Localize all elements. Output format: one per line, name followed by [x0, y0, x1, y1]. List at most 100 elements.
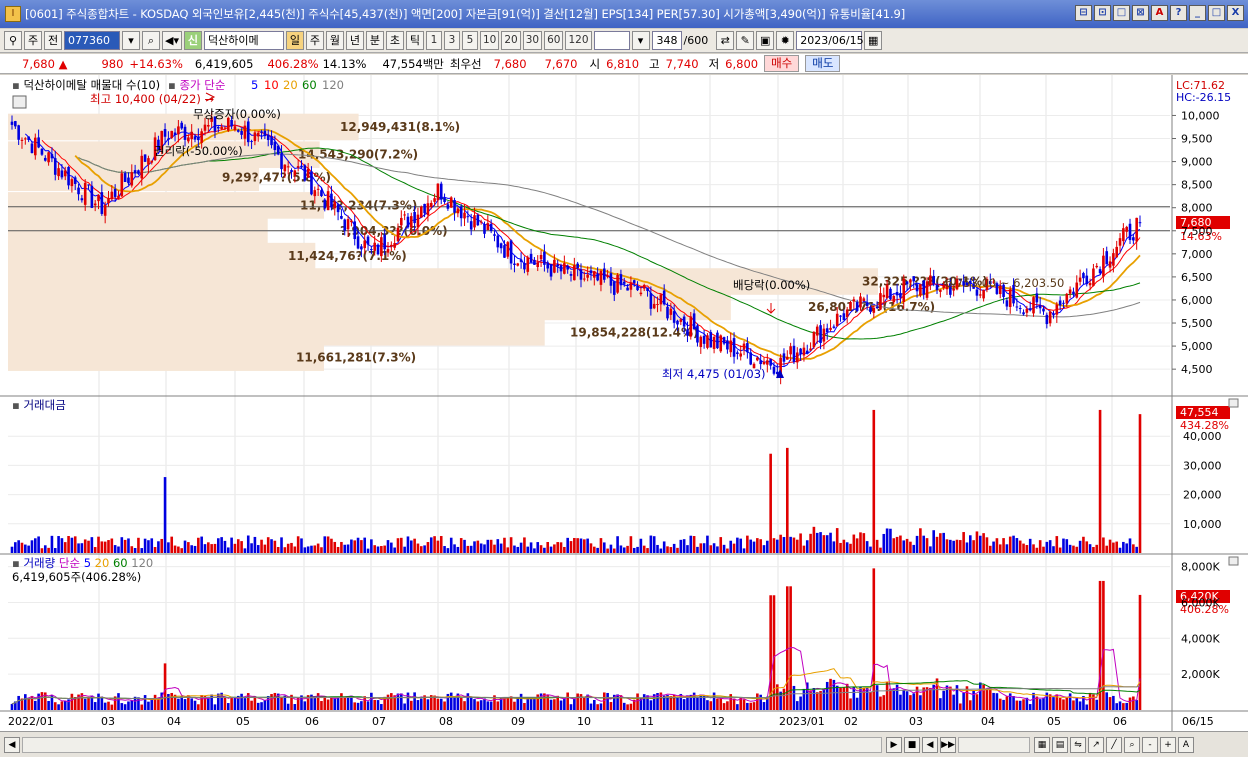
search-icon[interactable]: ⌕ [142, 31, 160, 50]
code-input[interactable]: 077360 [64, 31, 120, 50]
panel-close-icon[interactable] [1228, 398, 1239, 408]
tab-minute[interactable]: 분 [365, 31, 384, 50]
volume-bar [303, 701, 307, 710]
font-icon[interactable]: A [1151, 5, 1168, 21]
volume-bar [905, 691, 909, 710]
date-input[interactable]: 2023/06/15 [796, 31, 864, 50]
candle-body [83, 182, 87, 205]
settings-icon[interactable]: ✹ [776, 31, 795, 50]
candle-body [110, 191, 114, 200]
back-icon[interactable]: ◀ [922, 736, 938, 753]
amount-bar [1115, 541, 1119, 553]
interval-5[interactable]: 5 [461, 31, 478, 50]
custom-interval-input[interactable] [593, 31, 630, 50]
amount-bar [363, 537, 367, 553]
volume-tick-label: 6,000K [1181, 596, 1220, 609]
candle-body [386, 249, 390, 253]
draw-icon[interactable]: ✎ [736, 31, 755, 50]
calendar-icon[interactable]: ▦ [864, 31, 883, 50]
candle-body [596, 273, 599, 281]
amount-bar [47, 547, 50, 553]
interval-3[interactable]: 3 [443, 31, 460, 50]
panel-close-icon[interactable] [1228, 556, 1239, 566]
amount-bar [762, 545, 766, 553]
auto-scale-icon[interactable]: A [1178, 736, 1194, 753]
candle-body [1058, 300, 1062, 306]
volume-bar [1065, 697, 1069, 710]
scroll-left-icon[interactable]: ◀ [4, 736, 20, 753]
type-select[interactable]: 주 [24, 31, 42, 50]
candle-body [1125, 226, 1128, 232]
export-icon[interactable]: ⊠ [1132, 5, 1149, 21]
pin-icon[interactable]: ⚲ [4, 31, 22, 50]
swap-icon[interactable]: ⇄ [716, 31, 735, 50]
amount-bar [619, 545, 623, 553]
volume-bar [53, 702, 57, 710]
tab-second[interactable]: 초 [385, 31, 404, 50]
zoom-icon[interactable]: ⌕ [1124, 736, 1140, 753]
tab-tick[interactable]: 틱 [405, 31, 424, 50]
tab-day[interactable]: 일 [285, 31, 304, 50]
tab-month[interactable]: 월 [325, 31, 344, 50]
arrow-tool-icon[interactable]: ↗ [1088, 736, 1104, 753]
interval-1[interactable]: 1 [425, 31, 442, 50]
volume-bar [270, 694, 273, 710]
line-tool-icon[interactable]: ╱ [1106, 736, 1122, 753]
interval-dropdown-icon[interactable]: ▾ [631, 31, 650, 50]
candle-body [825, 328, 829, 333]
count-input[interactable]: 348 [651, 31, 682, 50]
interval-30[interactable]: 30 [522, 31, 543, 50]
volume-bar [872, 568, 876, 710]
sell-button[interactable]: 매도 [805, 55, 841, 72]
volume-bar [1118, 701, 1122, 710]
candle-body [792, 345, 796, 362]
amount-bar [263, 544, 267, 553]
amount-bar [583, 539, 586, 553]
volume-bar [373, 699, 376, 710]
interval-10[interactable]: 10 [479, 31, 500, 50]
restore-icon[interactable]: ⊡ [1094, 5, 1111, 21]
volume-bar [988, 687, 992, 710]
amount-bar [795, 539, 799, 553]
speaker-icon[interactable]: ◀▾ [162, 31, 182, 50]
compare-icon[interactable]: ⇋ [1070, 736, 1086, 753]
amount-bar [479, 543, 483, 553]
zoom-out-icon[interactable]: - [1142, 736, 1158, 753]
minimize-button[interactable]: _ [1189, 5, 1206, 21]
amount-bar [77, 543, 80, 553]
fast-forward-icon[interactable]: ▶▶ [940, 736, 956, 753]
zoom-in-icon[interactable]: + [1160, 736, 1176, 753]
grid-icon[interactable]: ▦ [1034, 736, 1050, 753]
prev-button[interactable]: 전 [44, 31, 62, 50]
amount-bar [659, 548, 663, 553]
amount-tick-label: 20,000 [1183, 489, 1222, 502]
price-tick-label: 10,000 [1181, 109, 1220, 122]
interval-120[interactable]: 120 [565, 31, 592, 50]
candle-body [370, 249, 373, 251]
maximize-button[interactable]: □ [1208, 5, 1225, 21]
zoom-slider[interactable] [958, 736, 1030, 753]
scroll-track[interactable] [22, 736, 882, 753]
layout-icon[interactable]: ▤ [1052, 736, 1068, 753]
tab-year[interactable]: 년 [345, 31, 364, 50]
volume-bar [197, 704, 200, 710]
help-icon[interactable]: ? [1170, 5, 1187, 21]
tab-week[interactable]: 주 [305, 31, 324, 50]
buy-button[interactable]: 매수 [764, 55, 800, 72]
window-icon[interactable]: □ [1113, 5, 1130, 21]
volume-bar [496, 701, 500, 710]
interval-60[interactable]: 60 [544, 31, 564, 50]
candle-body [1102, 255, 1105, 277]
play-icon[interactable]: ▶ [886, 736, 902, 753]
tile-icon[interactable]: ⊟ [1075, 5, 1092, 21]
amount-bar [296, 536, 300, 553]
stock-chart[interactable]: 12,949,431(8.1%)14,543,290(7.2%)9,29?,47… [0, 75, 1248, 731]
interval-20[interactable]: 20 [501, 31, 521, 50]
amount-bar [1005, 544, 1009, 553]
code-dropdown-icon[interactable]: ▾ [122, 31, 140, 50]
save-icon[interactable]: ▣ [756, 31, 775, 50]
stop-icon[interactable]: ■ [904, 736, 920, 753]
close-button[interactable]: X [1227, 5, 1244, 21]
candle-body [1072, 291, 1075, 295]
grid-toggle-icon[interactable] [12, 95, 27, 109]
